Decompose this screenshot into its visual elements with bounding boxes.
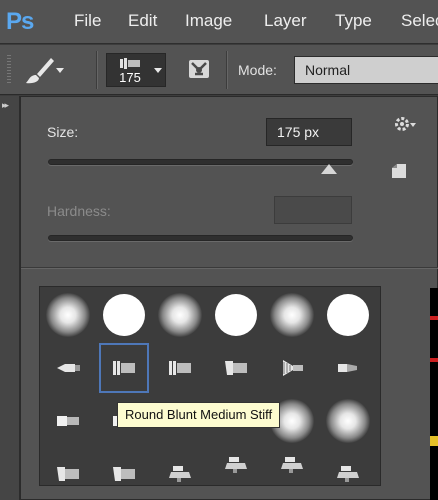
options-bar: 175 Mode: Normal — [0, 45, 438, 95]
airbrush-tip-icon — [337, 466, 359, 482]
bristle-angle-tip-icon — [225, 361, 247, 375]
size-input[interactable]: 175 px — [266, 118, 352, 146]
brush-preset-bristle-flat[interactable] — [155, 343, 205, 393]
canvas-fragment — [430, 358, 438, 362]
chevron-down-icon — [56, 68, 64, 73]
panel-divider — [21, 267, 438, 268]
hardness-slider-track — [48, 235, 353, 241]
brush-preset-tooltip: Round Blunt Medium Stiff — [117, 402, 281, 428]
new-preset-icon[interactable] — [391, 163, 407, 179]
brush-panel-icon — [189, 60, 209, 78]
menu-file[interactable]: File — [74, 10, 101, 32]
hard-round-tip-icon — [103, 294, 145, 336]
brush-preset-bristle-blunt[interactable] — [43, 396, 93, 446]
brush-preset-picker-button[interactable]: 175 — [106, 53, 166, 87]
document-canvas-edge — [430, 288, 438, 500]
brush-preset-bristle-angle[interactable] — [99, 449, 149, 485]
airbrush-tip-icon — [225, 457, 247, 473]
brush-size-readout: 175 — [119, 70, 141, 85]
soft-round-tip-icon — [158, 293, 202, 337]
mode-label: Mode: — [238, 62, 277, 78]
hard-round-tip-icon — [215, 294, 257, 336]
expand-panels-icon[interactable]: ▸▸ — [2, 100, 9, 111]
soft-round-tip-icon — [326, 399, 370, 443]
soft-round-tip-icon — [270, 293, 314, 337]
brush-preset-hard-round[interactable] — [99, 290, 149, 340]
brush-preset-bristle-fan[interactable] — [267, 343, 317, 393]
brush-preset-bristle-pointed[interactable] — [43, 343, 93, 393]
brush-icon — [26, 58, 54, 84]
canvas-fragment — [430, 316, 438, 320]
soft-round-tip-icon — [46, 293, 90, 337]
brush-tip-icon — [120, 58, 140, 69]
bristle-fan-tip-icon — [283, 360, 303, 376]
hardness-label: Hardness: — [47, 203, 111, 219]
brush-preset-bristle-angle[interactable] — [211, 343, 261, 393]
bristle-blunt-tip-icon — [57, 416, 79, 426]
menu-image[interactable]: Image — [185, 10, 232, 32]
bristle-pointed-tip-icon — [57, 364, 80, 372]
size-slider-thumb[interactable] — [320, 164, 337, 174]
brush-preset-picker-panel: Size: 175 px Hardness: 25 50 — [20, 96, 438, 500]
brush-preset-bristle-flat[interactable] — [99, 343, 149, 393]
brush-preset-size-label: 25 — [211, 482, 261, 485]
toggle-brush-panel-button[interactable] — [186, 57, 212, 83]
menu-select[interactable]: Select — [401, 10, 438, 32]
blend-mode-select[interactable]: Normal — [294, 56, 438, 84]
separator — [96, 51, 97, 89]
brush-presets-list: 25 50 — [39, 286, 381, 486]
menu-bar: Ps File Edit Image Layer Type Select — [0, 0, 438, 44]
brush-preset-airbrush[interactable] — [323, 449, 373, 485]
bristle-flat-tip-icon — [169, 361, 191, 375]
tool-preset-picker[interactable] — [24, 55, 68, 85]
brush-preset-bristle-round[interactable] — [323, 343, 373, 393]
brush-preset-airbrush[interactable]: 50 — [267, 449, 317, 485]
menu-edit[interactable]: Edit — [128, 10, 157, 32]
brush-preset-soft-round[interactable] — [323, 396, 373, 446]
brush-preset-soft-round[interactable] — [267, 290, 317, 340]
bristle-flat-tip-icon — [113, 361, 135, 375]
canvas-fragment — [430, 436, 438, 446]
brush-preset-hard-round[interactable] — [211, 290, 261, 340]
brush-preset-size-label: 50 — [267, 482, 317, 485]
bristle-round-tip-icon — [338, 364, 357, 372]
airbrush-tip-icon — [169, 466, 191, 482]
brush-preset-airbrush[interactable] — [155, 449, 205, 485]
airbrush-tip-icon — [281, 457, 303, 473]
brush-preset-airbrush[interactable]: 25 — [211, 449, 261, 485]
brush-preset-soft-round[interactable] — [155, 290, 205, 340]
size-label: Size: — [47, 124, 79, 140]
hard-round-tip-icon — [327, 294, 369, 336]
menu-type[interactable]: Type — [335, 10, 372, 32]
size-slider-track[interactable] — [48, 159, 353, 165]
brush-preset-hard-round[interactable] — [323, 290, 373, 340]
brush-preset-soft-round[interactable] — [43, 290, 93, 340]
photoshop-logo[interactable]: Ps — [6, 7, 46, 37]
bristle-angle-tip-icon — [113, 467, 135, 481]
options-bar-grip[interactable] — [7, 55, 11, 85]
chevron-down-icon — [154, 68, 162, 73]
separator — [226, 51, 227, 89]
gear-icon[interactable] — [393, 115, 417, 135]
brush-preset-bristle-angle[interactable] — [43, 449, 93, 485]
tools-panel-strip: ▸▸ — [0, 96, 20, 500]
bristle-angle-tip-icon — [57, 467, 79, 481]
menu-layer[interactable]: Layer — [264, 10, 307, 32]
hardness-input — [274, 196, 352, 224]
